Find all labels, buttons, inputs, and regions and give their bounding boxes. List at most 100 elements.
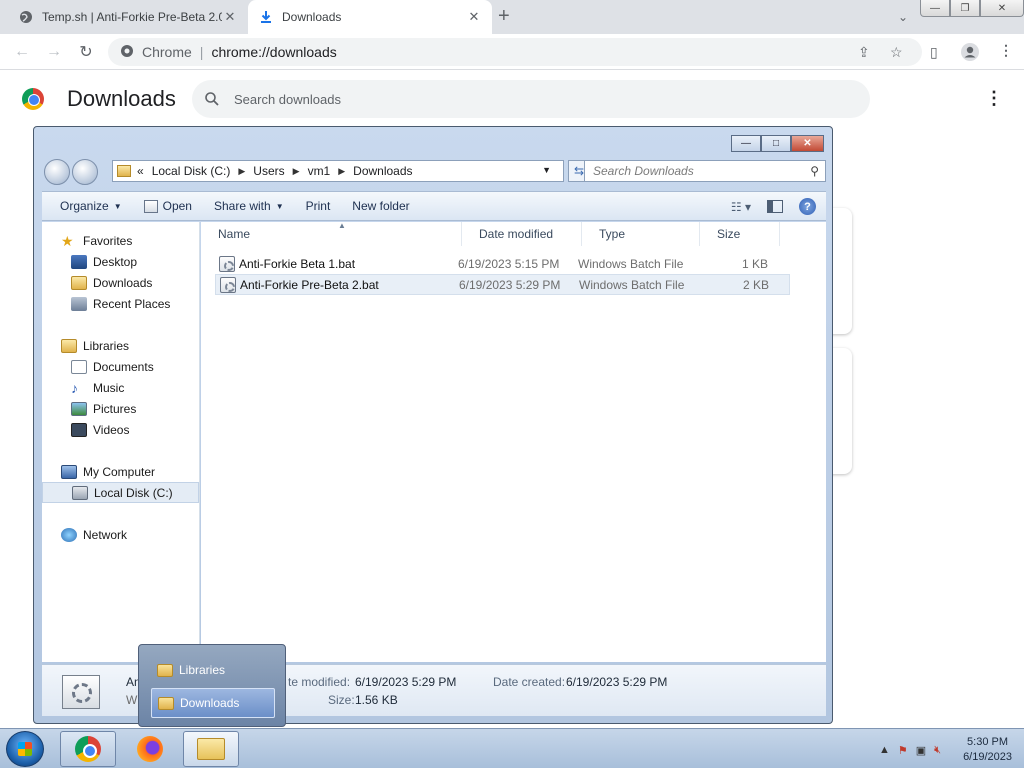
preview-pane-icon[interactable]: [767, 200, 783, 213]
show-hidden-icons[interactable]: ▲: [879, 744, 890, 757]
tab-downloads[interactable]: Downloads ✕: [248, 0, 492, 34]
close-button[interactable]: ✕: [980, 0, 1024, 17]
chevron-right-icon[interactable]: ▶: [338, 166, 345, 177]
column-type[interactable]: Type: [582, 222, 700, 246]
breadcrumb-overflow[interactable]: «: [137, 164, 144, 178]
downloads-search[interactable]: Search downloads: [192, 80, 870, 118]
start-button[interactable]: [6, 731, 44, 767]
nav-videos[interactable]: Videos: [42, 419, 199, 440]
jump-item-downloads[interactable]: Downloads: [151, 688, 275, 718]
new-folder-button[interactable]: New folder: [341, 199, 420, 213]
chevron-right-icon[interactable]: ▶: [293, 166, 300, 177]
details-modified-value: 6/19/2023 5:29 PM: [355, 675, 457, 689]
chevron-right-icon[interactable]: ▶: [238, 166, 245, 177]
taskbar-firefox[interactable]: [122, 731, 178, 767]
file-name: Anti-Forkie Beta 1.bat: [239, 256, 356, 271]
taskbar-jump-list: Libraries Downloads: [138, 644, 286, 727]
file-size: 1 KB: [741, 256, 768, 271]
back-button[interactable]: [44, 159, 70, 185]
view-controls: ☷ ▾ ?: [731, 198, 816, 215]
network-icon: [61, 527, 77, 542]
window-controls: — ❐ ✕: [920, 0, 1024, 17]
profile-avatar-icon[interactable]: [960, 42, 980, 65]
chevron-down-icon: ▼: [113, 201, 122, 211]
address-bar[interactable]: Chrome | chrome://downloads: [108, 38, 922, 66]
download-icon: [258, 9, 274, 25]
column-size[interactable]: Size: [700, 222, 780, 246]
nav-local-disk[interactable]: Local Disk (C:): [42, 482, 199, 503]
nav-documents[interactable]: Documents: [42, 356, 199, 377]
nav-my-computer[interactable]: My Computer: [42, 461, 199, 482]
menu-kebab-icon[interactable]: ⋮: [999, 42, 1013, 59]
breadcrumb-users[interactable]: Users: [253, 164, 284, 178]
address-row: « Local Disk (C:) ▶ Users ▶ vm1 ▶ Downlo…: [44, 159, 826, 185]
jump-item-libraries[interactable]: Libraries: [151, 655, 275, 685]
minimize-button[interactable]: —: [920, 0, 950, 17]
site-label: Chrome: [142, 44, 192, 60]
bookmark-star-icon[interactable]: ☆: [890, 44, 903, 61]
view-options-icon[interactable]: ☷ ▾: [731, 200, 751, 214]
action-center-icon[interactable]: ⚑: [898, 744, 908, 757]
back-button[interactable]: ←: [12, 42, 32, 62]
explorer-search-input[interactable]: Search Downloads ⚲: [584, 160, 826, 182]
nav-favorites[interactable]: ★ Favorites: [42, 230, 199, 251]
chevron-down-icon[interactable]: ⌄: [898, 10, 908, 24]
jump-item-label: Libraries: [179, 663, 226, 677]
videos-icon: [71, 422, 87, 437]
help-icon[interactable]: ?: [799, 198, 816, 215]
system-tray: ▲ ⚑ ▣ 🔇︎ 5:30 PM 6/19/2023: [879, 735, 1012, 765]
chrome-logo-icon: [120, 44, 134, 61]
share-icon[interactable]: ⇪: [858, 44, 870, 61]
print-button[interactable]: Print: [295, 199, 342, 213]
chevron-down-icon[interactable]: ▼: [542, 165, 551, 175]
file-row-selected[interactable]: Anti-Forkie Pre-Beta 2.bat 6/19/2023 5:2…: [215, 274, 790, 295]
restore-button[interactable]: ❐: [950, 0, 980, 17]
minimize-button[interactable]: —: [731, 135, 761, 152]
taskbar-explorer[interactable]: [183, 731, 239, 767]
breadcrumb[interactable]: « Local Disk (C:) ▶ Users ▶ vm1 ▶ Downlo…: [112, 160, 564, 182]
globe-icon: [18, 9, 34, 25]
nav-desktop[interactable]: Desktop: [42, 251, 199, 272]
nav-music[interactable]: ♪ Music: [42, 377, 199, 398]
file-row[interactable]: Anti-Forkie Beta 1.bat 6/19/2023 5:15 PM…: [215, 253, 790, 274]
column-date-modified[interactable]: Date modified: [462, 222, 582, 246]
search-icon: [205, 92, 219, 106]
breadcrumb-downloads[interactable]: Downloads: [353, 164, 412, 178]
nav-network[interactable]: Network: [42, 524, 199, 545]
close-button[interactable]: ✕: [791, 135, 824, 152]
breadcrumb-vm1[interactable]: vm1: [308, 164, 331, 178]
nav-downloads[interactable]: Downloads: [42, 272, 199, 293]
taskbar-chrome[interactable]: [60, 731, 116, 767]
maximize-button[interactable]: □: [761, 135, 791, 152]
file-type: Windows Batch File: [579, 277, 685, 292]
network-icon[interactable]: ▣: [916, 744, 926, 757]
batch-file-icon: [219, 255, 235, 272]
new-tab-button[interactable]: +: [498, 5, 510, 28]
explorer-window-controls: — □ ✕: [731, 135, 824, 152]
share-with-button[interactable]: Share with ▼: [203, 199, 295, 213]
clock[interactable]: 5:30 PM 6/19/2023: [963, 735, 1012, 765]
breadcrumb-local-disk[interactable]: Local Disk (C:): [152, 164, 231, 178]
reload-button[interactable]: ↻: [76, 42, 96, 62]
close-icon[interactable]: ✕: [222, 9, 238, 25]
tab-temp-sh[interactable]: Temp.sh | Anti-Forkie Pre-Beta 2.0 ✕: [8, 0, 248, 34]
nav-label: Music: [93, 380, 125, 395]
column-label: Size: [717, 227, 741, 241]
open-button[interactable]: Open: [133, 199, 203, 213]
organize-button[interactable]: Organize ▼: [42, 199, 133, 213]
nav-recent-places[interactable]: Recent Places: [42, 293, 199, 314]
forward-button[interactable]: →: [44, 42, 64, 62]
nav-pictures[interactable]: Pictures: [42, 398, 199, 419]
nav-libraries[interactable]: Libraries: [42, 335, 199, 356]
hard-disk-icon: [72, 485, 88, 500]
volume-muted-icon[interactable]: 🔇︎: [934, 744, 941, 757]
open-label: Open: [162, 199, 192, 213]
close-icon[interactable]: ✕: [466, 9, 482, 25]
batch-file-icon: [220, 276, 236, 293]
side-panel-icon[interactable]: ▯: [930, 44, 938, 61]
chrome-icon: [75, 736, 101, 762]
nav-label: Recent Places: [93, 296, 171, 311]
menu-kebab-icon[interactable]: ⋮: [985, 88, 1003, 109]
column-name[interactable]: Name: [201, 222, 462, 246]
forward-button[interactable]: [72, 159, 98, 185]
